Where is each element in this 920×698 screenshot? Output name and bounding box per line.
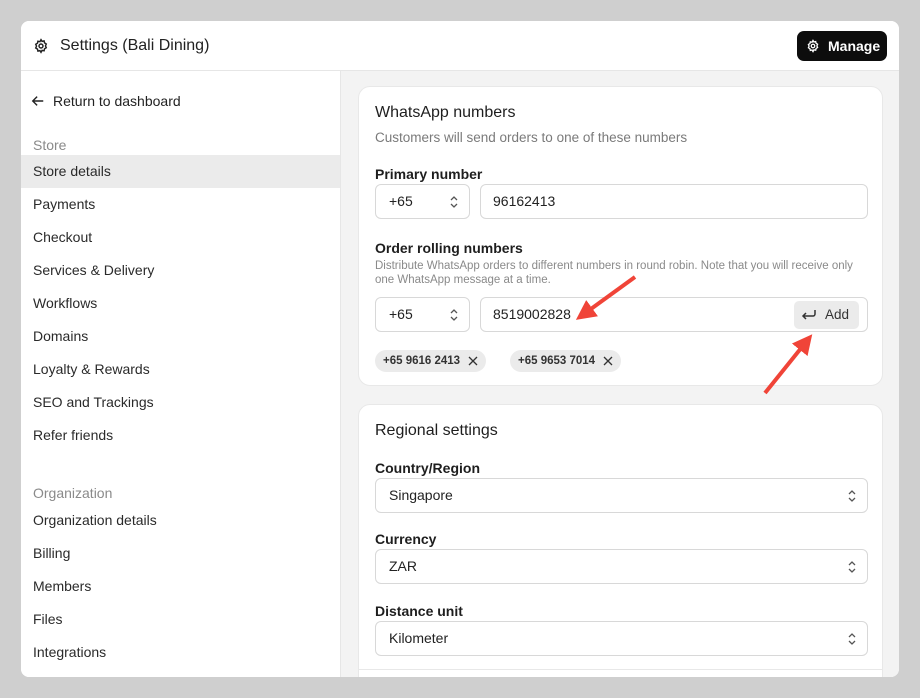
sidebar-item-domains[interactable]: Domains	[21, 320, 340, 353]
whatsapp-card-subtitle: Customers will send orders to one of the…	[375, 130, 688, 145]
currency-select[interactable]: ZAR	[375, 549, 868, 584]
sidebar: Return to dashboard Store Store details …	[21, 71, 341, 677]
manage-button[interactable]: Manage	[797, 31, 887, 61]
currency-label: Currency	[375, 531, 437, 547]
chevron-up-down-icon	[848, 633, 856, 645]
rolling-number-chip: +65 9653 7014	[510, 350, 622, 372]
organization-section-label: Organization	[33, 485, 113, 501]
sidebar-item-integrations[interactable]: Integrations	[21, 636, 340, 669]
sidebar-item-checkout[interactable]: Checkout	[21, 221, 340, 254]
main-content: WhatsApp numbers Customers will send ord…	[341, 71, 899, 677]
rolling-numbers-label: Order rolling numbers	[375, 240, 523, 256]
close-icon[interactable]	[468, 356, 478, 366]
return-to-dashboard-link[interactable]: Return to dashboard	[31, 93, 181, 109]
sidebar-item-loyalty-rewards[interactable]: Loyalty & Rewards	[21, 353, 340, 386]
country-region-value: Singapore	[389, 487, 453, 503]
whatsapp-card-title: WhatsApp numbers	[375, 104, 516, 121]
country-region-select[interactable]: Singapore	[375, 478, 868, 513]
gear-icon	[34, 38, 48, 54]
add-number-button[interactable]: Add	[794, 301, 859, 329]
primary-country-code-value: +65	[389, 193, 413, 209]
chip-label: +65 9653 7014	[518, 355, 596, 367]
chevron-up-down-icon	[848, 561, 856, 573]
rolling-number-input[interactable]: 8519002828 Add	[480, 297, 868, 332]
sidebar-item-members[interactable]: Members	[21, 570, 340, 603]
close-icon[interactable]	[603, 356, 613, 366]
rolling-number-chip: +65 9616 2413	[375, 350, 487, 372]
chip-label: +65 9616 2413	[383, 355, 461, 367]
sidebar-item-store-details[interactable]: Store details	[21, 155, 340, 188]
chevron-up-down-icon	[450, 309, 458, 321]
whatsapp-numbers-card: WhatsApp numbers Customers will send ord…	[358, 86, 883, 386]
return-enter-icon	[801, 310, 816, 320]
sidebar-item-payments[interactable]: Payments	[21, 188, 340, 221]
manage-button-label: Manage	[828, 38, 881, 54]
rolling-country-code-value: +65	[389, 306, 413, 322]
sidebar-item-services-delivery[interactable]: Services & Delivery	[21, 254, 340, 287]
sidebar-item-workflows[interactable]: Workflows	[21, 287, 340, 320]
distance-unit-select[interactable]: Kilometer	[375, 621, 868, 656]
primary-number-label: Primary number	[375, 166, 483, 182]
top-bar: Settings (Bali Dining) Manage	[21, 21, 899, 71]
country-region-label: Country/Region	[375, 460, 480, 476]
sidebar-item-seo-trackings[interactable]: SEO and Trackings	[21, 386, 340, 419]
rolling-number-value: 8519002828	[493, 306, 571, 322]
distance-unit-value: Kilometer	[389, 630, 449, 646]
primary-number-input[interactable]: 96162413	[480, 184, 868, 219]
divider	[359, 669, 882, 670]
settings-window: Settings (Bali Dining) Manage Return to …	[21, 21, 899, 677]
gear-icon	[807, 39, 819, 53]
regional-card-title: Regional settings	[375, 422, 498, 439]
arrow-left-icon	[31, 96, 44, 106]
primary-country-code-select[interactable]: +65	[375, 184, 470, 219]
distance-unit-label: Distance unit	[375, 603, 463, 619]
sidebar-item-refer-friends[interactable]: Refer friends	[21, 419, 340, 452]
return-label: Return to dashboard	[53, 93, 181, 109]
sidebar-item-files[interactable]: Files	[21, 603, 340, 636]
store-section-label: Store	[33, 137, 67, 153]
currency-value: ZAR	[389, 558, 417, 574]
add-button-label: Add	[825, 307, 850, 322]
chevron-up-down-icon	[848, 490, 856, 502]
rolling-country-code-select[interactable]: +65	[375, 297, 470, 332]
sidebar-item-organization-details[interactable]: Organization details	[21, 504, 340, 537]
regional-settings-card: Regional settings Country/Region Singapo…	[358, 404, 883, 677]
rolling-numbers-help: Distribute WhatsApp orders to different …	[375, 260, 853, 286]
sidebar-item-billing[interactable]: Billing	[21, 537, 340, 570]
page-title: Settings (Bali Dining)	[60, 37, 210, 54]
chevron-up-down-icon	[450, 196, 458, 208]
